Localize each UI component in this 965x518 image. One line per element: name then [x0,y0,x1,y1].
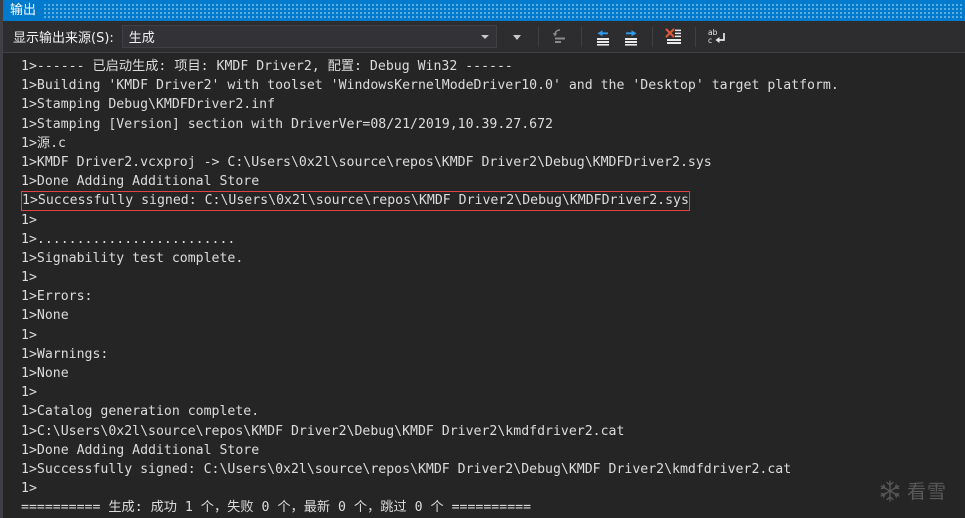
output-line[interactable]: 1>None [3,306,965,325]
output-line[interactable]: 1>Stamping [Version] section with Driver… [3,115,965,134]
clear-all-button[interactable] [661,25,687,49]
output-source-dropdown[interactable]: 生成 [121,25,497,48]
output-line[interactable]: 1> [3,479,965,498]
output-line[interactable]: 1> [3,383,965,402]
output-line[interactable]: 1>C:\Users\0x2l\source\repos\KMDF Driver… [3,422,965,441]
output-line[interactable]: 1>Done Adding Additional Store [3,172,965,191]
navigate-back-icon [596,29,609,46]
toolbar-separator-2 [580,26,582,47]
output-text-pane[interactable]: 1>------ 已启动生成: 项目: KMDF Driver2, 配置: De… [3,53,965,515]
output-line[interactable]: 1>KMDF Driver2.vcxproj -> C:\Users\0x2l\… [3,153,965,172]
toolbar-separator-4 [694,26,696,47]
output-window-titlebar: 输出 [3,0,965,21]
chevron-down-icon [480,35,489,39]
output-toolbar: 显示输出来源(S): 生成 ab c [3,21,965,53]
output-source-value: 生成 [128,31,155,46]
output-line[interactable]: 1> [3,268,965,287]
toggle-word-wrap-icon: ab c [708,28,725,45]
clear-all-icon [665,27,681,44]
navigate-forward-button[interactable] [618,25,644,49]
output-line[interactable]: 1>------ 已启动生成: 项目: KMDF Driver2, 配置: De… [3,57,965,76]
output-line[interactable]: 1>源.c [3,134,965,153]
output-window: 输出 显示输出来源(S): 生成 ab c 1>------ 已启动生成: 项目… [0,0,965,518]
output-line[interactable]: 1>Successfully signed: C:\Users\0x2l\sou… [3,460,965,479]
output-line[interactable]: 1>Errors: [3,287,965,306]
output-line[interactable]: 1>Warnings: [3,345,965,364]
navigate-forward-icon [624,29,637,46]
clear-pane-button[interactable] [547,25,573,49]
output-line[interactable]: 1> [3,326,965,345]
output-line[interactable]: 1>Building 'KMDF Driver2' with toolset '… [3,76,965,95]
output-lines: 1>------ 已启动生成: 项目: KMDF Driver2, 配置: De… [3,57,965,515]
navigate-back-button[interactable] [590,25,616,49]
output-line[interactable]: 1>Signability test complete. [3,249,965,268]
output-window-title: 输出 [10,3,37,18]
output-line[interactable]: 1>......................... [3,230,965,249]
output-line[interactable]: 1>Successfully signed: C:\Users\0x2l\sou… [3,191,965,211]
toolbar-separator-3 [651,26,653,47]
output-source-dropdown-caret-button[interactable] [504,25,530,49]
clear-pane-icon [552,28,565,43]
output-line[interactable]: ========== 生成: 成功 1 个，失败 0 个，最新 0 个，跳过 0… [3,498,965,515]
svg-text:c: c [708,36,712,45]
output-line[interactable]: 1>Catalog generation complete. [3,402,965,421]
show-output-from-label: 显示输出来源(S): [13,31,114,46]
toolbar-separator-1 [537,26,539,47]
titlebar-drag-grip[interactable] [44,3,964,18]
highlighted-output-line[interactable]: 1>Successfully signed: C:\Users\0x2l\sou… [21,191,690,211]
toggle-word-wrap-button[interactable]: ab c [704,25,730,49]
output-line[interactable]: 1>None [3,364,965,383]
output-line[interactable]: 1>Stamping Debug\KMDFDriver2.inf [3,95,965,114]
output-line[interactable]: 1> [3,211,965,230]
output-line[interactable]: 1>Done Adding Additional Store [3,441,965,460]
